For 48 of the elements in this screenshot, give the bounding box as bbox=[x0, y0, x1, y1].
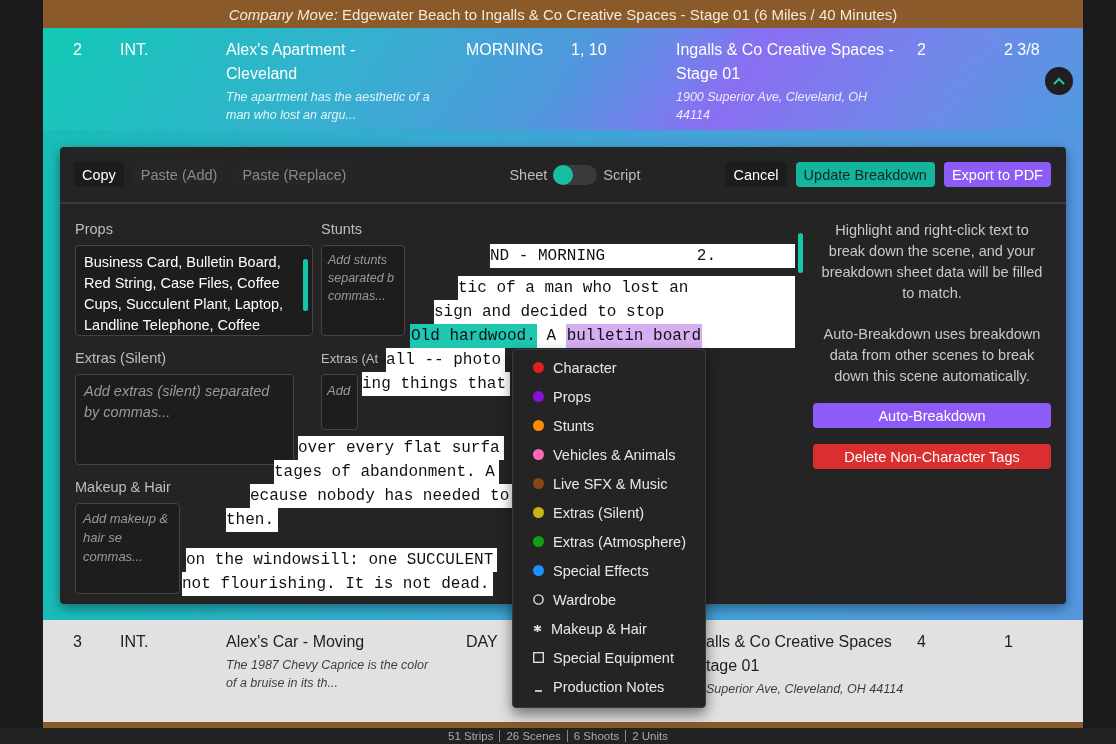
location-address: 1900 Superior Ave, Cleveland, OH 44114 bbox=[676, 89, 869, 124]
scene-heading-text: ND - MORNING bbox=[490, 246, 606, 267]
set-name: Alex's Car - Moving bbox=[226, 632, 366, 652]
strip-value: 4 bbox=[917, 632, 926, 652]
page-number: 2. bbox=[696, 246, 716, 267]
script-text: not flourishing. It is not dead. bbox=[182, 574, 490, 595]
status-text: 2 Units bbox=[625, 730, 674, 742]
status-text: 26 Scenes bbox=[499, 730, 567, 742]
location-address: Superior Ave, Cleveland, OH 44114 bbox=[706, 681, 905, 698]
field-label: Extras (At bbox=[321, 350, 379, 368]
field-label: Stunts bbox=[321, 220, 363, 239]
script-text: ing things that bbox=[362, 374, 507, 395]
page-count: 2 3/8 bbox=[1004, 40, 1040, 60]
script-text: tic of a man who lost an bbox=[458, 278, 689, 299]
help-text: Highlight and right-click text to break down the scene, and your breakdown sheet data will be filled to match. bbox=[820, 221, 1044, 303]
status-text: 6 Shoots bbox=[566, 730, 626, 742]
strip-value: 2 bbox=[917, 40, 926, 60]
script-label: Script bbox=[603, 166, 641, 183]
time-of-day: DAY bbox=[466, 630, 498, 654]
page-count: 1 bbox=[1004, 632, 1013, 652]
script-text: A bbox=[545, 326, 558, 347]
location-name: Ingalls & Co Creative Spaces - Stage 01 bbox=[676, 40, 895, 84]
scene-description: The 1987 Chevy Caprice is the color of a bruise in its th... bbox=[226, 657, 430, 692]
field-label: Props bbox=[75, 220, 113, 239]
script-text: sign and decided to stop bbox=[434, 302, 665, 323]
highlighted-text: Old hardwood. bbox=[410, 324, 537, 348]
location-name: alls & Co Creative Spaces tage 01 bbox=[706, 632, 893, 676]
script-text: on the windowsill: one SUCCULENT bbox=[186, 550, 494, 571]
int-ext-text: INT. bbox=[120, 632, 149, 652]
scene-description: The apartment has the aesthetic of a man who lost an argu... bbox=[226, 89, 431, 124]
status-text: 51 Strips bbox=[447, 730, 495, 742]
int-ext-text: INT. bbox=[120, 40, 149, 60]
company-move-text: Company Move: Edgewater Beach to Ingalls & Co Creative Spaces - Stage 01 (6 Miles / 40 Minutes) bbox=[228, 5, 898, 23]
script-text: all -- photo bbox=[386, 350, 502, 371]
scene-number: 2 bbox=[73, 40, 82, 60]
highlighted-text: bulletin board bbox=[565, 324, 703, 348]
time-of-day: MORNING bbox=[466, 38, 544, 62]
cast-numbers: 1, 10 bbox=[571, 41, 607, 58]
field-label: Makeup & Hair bbox=[75, 478, 171, 497]
set-name: Alex's Apartment - Cleveland bbox=[226, 40, 357, 84]
script-text: ecause nobody has needed to bbox=[250, 486, 510, 507]
scene-number: 3 bbox=[73, 632, 82, 652]
field-label: Extras (Silent) bbox=[75, 349, 167, 368]
sheet-label: Sheet bbox=[509, 166, 548, 183]
script-text: then. bbox=[226, 510, 274, 531]
script-text: tages of abandonment. A bbox=[274, 462, 495, 483]
script-text: over every flat surfa bbox=[298, 438, 500, 459]
help-text: Auto-Breakdown uses breakdown data from other scenes to break down this scene automatically. bbox=[822, 325, 1042, 386]
